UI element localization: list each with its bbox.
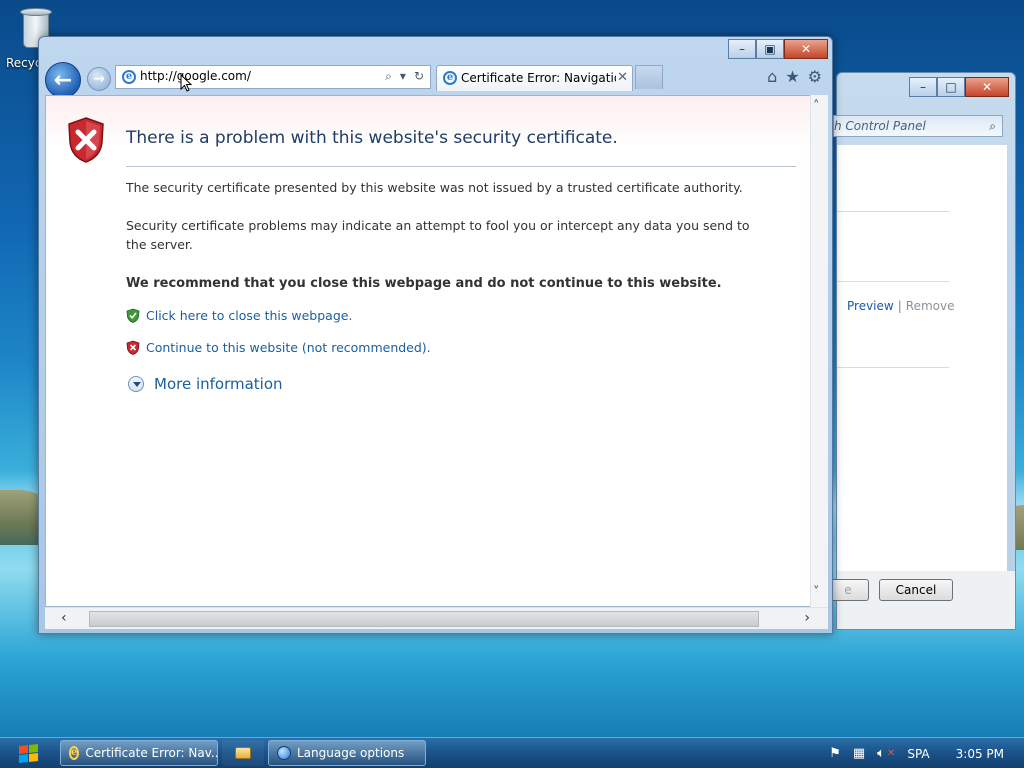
- language-links: Preview | Remove: [847, 299, 954, 313]
- scroll-right-arrow-icon[interactable]: ›: [804, 610, 810, 626]
- save-button-partial[interactable]: e: [827, 579, 869, 601]
- minimize-button[interactable]: –: [728, 39, 756, 59]
- action-center-flag-icon[interactable]: ⚑: [829, 746, 841, 761]
- dropdown-icon[interactable]: ▾: [400, 69, 406, 84]
- error-shield-icon: [68, 117, 104, 163]
- continue-website-option[interactable]: Continue to this website (not recommende…: [126, 340, 431, 355]
- maximize-button[interactable]: □: [937, 77, 965, 97]
- volume-icon[interactable]: 🔈︎: [877, 746, 885, 761]
- vertical-scrollbar[interactable]: ˄ ˅: [810, 95, 828, 607]
- refresh-icon[interactable]: ↻: [414, 69, 424, 84]
- link-separator: |: [897, 299, 902, 313]
- continue-website-link[interactable]: Continue to this website (not recommende…: [146, 340, 431, 355]
- tab-certificate-error[interactable]: e Certificate Error: Navigation... ✕: [436, 65, 633, 91]
- recommendation-text: We recommend that you close this webpage…: [126, 276, 722, 291]
- clock[interactable]: 3:05 PM: [956, 747, 1004, 761]
- ie-icon: e: [443, 71, 457, 85]
- more-information-toggle[interactable]: More information: [128, 375, 283, 393]
- divider: [837, 367, 949, 368]
- control-panel-window[interactable]: – □ ✕ h Control Panel ⌕ Preview | Remove e…: [827, 72, 1016, 630]
- horizontal-scrollbar[interactable]: ‹ ›: [45, 607, 828, 629]
- ie-icon: e: [69, 746, 80, 760]
- ie-toolbar: ← → e http://google.com/ ⌕ ▾ ↻ e Certifi…: [39, 61, 832, 98]
- scroll-down-arrow-icon[interactable]: ˅: [813, 585, 820, 600]
- back-button[interactable]: ←: [45, 62, 81, 98]
- title-divider: [126, 166, 796, 167]
- new-tab-button[interactable]: [635, 65, 663, 89]
- scroll-left-arrow-icon[interactable]: ‹: [61, 610, 67, 626]
- page-title: There is a problem with this website's s…: [126, 128, 618, 148]
- search-icon[interactable]: ⌕: [989, 119, 996, 134]
- cancel-button[interactable]: Cancel: [879, 579, 953, 601]
- taskbar-item-label: Language options: [297, 746, 405, 760]
- network-icon[interactable]: ▦: [853, 746, 865, 761]
- ie-icon: e: [122, 70, 136, 84]
- horizontal-scroll-thumb[interactable]: [89, 611, 759, 627]
- address-bar-icons: ⌕ ▾ ↻: [385, 69, 424, 84]
- control-panel-title-buttons: – □ ✕: [909, 77, 1009, 97]
- taskbar-item-explorer[interactable]: [222, 740, 264, 766]
- expand-chevron-icon: [128, 376, 144, 392]
- control-panel-content: [837, 145, 1007, 571]
- remove-link[interactable]: Remove: [906, 299, 955, 313]
- favorites-star-icon[interactable]: ★: [785, 67, 799, 86]
- control-panel-search-input[interactable]: h Control Panel ⌕: [833, 115, 1003, 137]
- divider: [837, 211, 949, 212]
- search-icon[interactable]: ⌕: [385, 69, 392, 84]
- internet-explorer-window[interactable]: – ▣ ✕ ← → e http://google.com/ ⌕ ▾ ↻ e C…: [38, 36, 833, 634]
- input-language[interactable]: SPA: [907, 747, 929, 761]
- certificate-paragraph: The security certificate presented by th…: [126, 180, 743, 195]
- close-webpage-option[interactable]: Click here to close this webpage.: [126, 308, 352, 323]
- taskbar: e Certificate Error: Nav... Language opt…: [0, 737, 1024, 768]
- close-button[interactable]: ✕: [965, 77, 1009, 97]
- minimize-button[interactable]: –: [909, 77, 937, 97]
- ie-title-buttons: – ▣ ✕: [728, 39, 828, 59]
- address-bar[interactable]: e http://google.com/ ⌕ ▾ ↻: [115, 65, 431, 89]
- start-button[interactable]: [2, 740, 54, 767]
- tab-title: Certificate Error: Navigation...: [461, 71, 616, 85]
- divider: [837, 281, 949, 282]
- red-shield-icon: [126, 340, 140, 355]
- more-information-label: More information: [154, 375, 283, 393]
- gear-icon[interactable]: ⚙: [808, 67, 822, 86]
- search-placeholder: h Control Panel: [834, 119, 926, 133]
- scroll-up-arrow-icon[interactable]: ˄: [813, 99, 820, 114]
- ie-command-icons: ⌂ ★ ⚙: [767, 67, 822, 86]
- address-text[interactable]: http://google.com/: [140, 69, 251, 83]
- preview-link[interactable]: Preview: [847, 299, 894, 313]
- green-shield-icon: [126, 308, 140, 323]
- muted-x-icon: ✕: [886, 748, 896, 759]
- language-icon: [277, 746, 291, 760]
- system-tray: ⚑ ▦ 🔈︎ ✕ SPA 3:05 PM: [829, 738, 1024, 768]
- taskbar-item-ie[interactable]: e Certificate Error: Nav...: [60, 740, 218, 766]
- home-icon[interactable]: ⌂: [767, 67, 777, 86]
- folder-icon: [235, 747, 251, 759]
- close-webpage-link[interactable]: Click here to close this webpage.: [146, 308, 352, 323]
- taskbar-item-language-options[interactable]: Language options: [268, 740, 426, 766]
- taskbar-item-label: Certificate Error: Nav...: [85, 746, 218, 760]
- close-button[interactable]: ✕: [784, 39, 828, 59]
- restore-button[interactable]: ▣: [756, 39, 784, 59]
- page-content: There is a problem with this website's s…: [45, 95, 820, 607]
- warning-paragraph: Security certificate problems may indica…: [126, 218, 750, 252]
- forward-button[interactable]: →: [87, 67, 111, 91]
- windows-logo-icon: [18, 744, 38, 763]
- tab-close-icon[interactable]: ✕: [617, 70, 628, 85]
